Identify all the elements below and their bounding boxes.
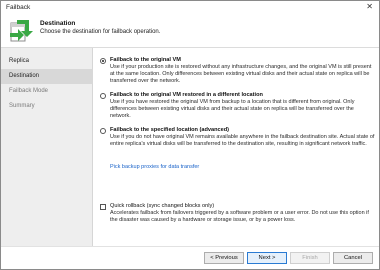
failback-wizard-window: Failback ✕ Destination Choose the destin… xyxy=(0,0,380,270)
cancel-button[interactable]: Cancel xyxy=(333,252,373,264)
quick-rollback-label[interactable]: Quick rollback (sync changed blocks only… xyxy=(110,203,214,209)
radio-different-location[interactable] xyxy=(100,93,106,99)
option-label[interactable]: Failback to the original VM restored in … xyxy=(110,92,263,98)
sidebar-step-destination[interactable]: Destination xyxy=(1,69,93,84)
option-label[interactable]: Failback to the specified location (adva… xyxy=(110,127,229,133)
wizard-arrow-icon xyxy=(10,20,33,42)
option-description: Use if you have restored the original VM… xyxy=(110,99,355,119)
previous-button[interactable]: < Previous xyxy=(204,252,244,264)
quick-rollback-checkbox[interactable] xyxy=(100,204,106,210)
sidebar-step-replica[interactable]: Replica xyxy=(1,54,93,69)
page-subtitle: Choose the destination for failback oper… xyxy=(40,29,161,35)
option-description: Use if your production site is restored … xyxy=(110,64,372,84)
wizard-header: Destination Choose the destination for f… xyxy=(1,14,379,48)
pick-backup-proxies-link[interactable]: Pick backup proxies for data transfer xyxy=(110,164,199,170)
radio-specified-location[interactable] xyxy=(100,128,106,134)
option-description: Use if you do not have original VM remai… xyxy=(110,134,375,147)
page-title: Destination xyxy=(40,20,76,27)
close-icon[interactable]: ✕ xyxy=(366,2,373,11)
quick-rollback-description: Accelerates failback from failovers trig… xyxy=(110,210,369,223)
option-label[interactable]: Failback to the original VM xyxy=(110,57,181,63)
wizard-steps-sidebar: Replica Destination Failback Mode Summar… xyxy=(1,48,93,246)
wizard-footer: < Previous Next > Finish Cancel xyxy=(1,246,379,269)
radio-original-vm[interactable] xyxy=(100,58,106,64)
sidebar-step-summary[interactable]: Summary xyxy=(1,99,93,114)
next-button[interactable]: Next > xyxy=(247,252,287,264)
window-title: Failback xyxy=(6,4,31,11)
finish-button[interactable]: Finish xyxy=(290,252,330,264)
sidebar-step-failback-mode[interactable]: Failback Mode xyxy=(1,84,93,99)
title-bar: Failback ✕ xyxy=(1,1,379,14)
destination-options-panel: Failback to the original VM Use if your … xyxy=(94,48,379,246)
